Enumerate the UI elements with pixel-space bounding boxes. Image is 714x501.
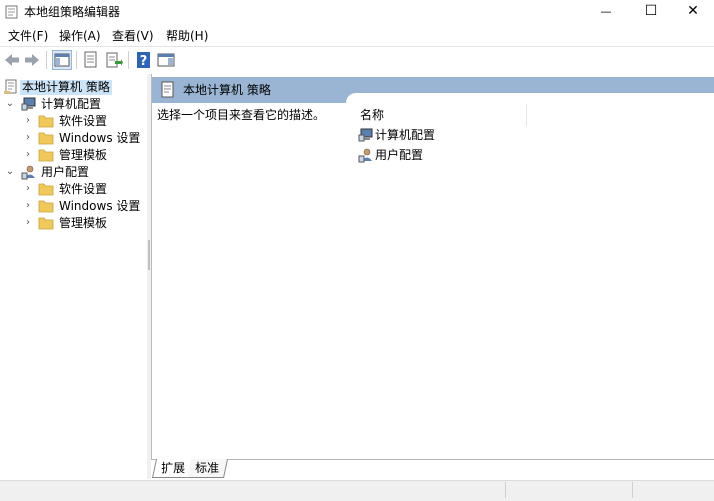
user-icon bbox=[21, 164, 37, 180]
policy-document-icon bbox=[160, 81, 176, 99]
chevron-down-icon[interactable]: ⌄ bbox=[5, 165, 15, 179]
status-divider bbox=[632, 482, 633, 498]
tree-item-computer-software-settings[interactable]: › 软件设置 bbox=[0, 113, 147, 130]
show-hide-console-tree-icon[interactable] bbox=[52, 50, 72, 70]
properties-icon[interactable] bbox=[81, 50, 101, 70]
computer-icon bbox=[21, 96, 37, 112]
folder-icon bbox=[38, 113, 54, 129]
status-divider bbox=[505, 482, 506, 498]
chevron-right-icon[interactable]: › bbox=[23, 199, 33, 213]
minimize-icon: — bbox=[600, 5, 612, 18]
tree-item-computer-configuration[interactable]: ⌄ 计算机配置 bbox=[0, 96, 147, 113]
folder-icon bbox=[38, 147, 54, 163]
maximize-button[interactable]: ☐ bbox=[628, 0, 674, 24]
tree-item-label: 用户配置 bbox=[41, 165, 90, 179]
menu-file[interactable]: 文件(F) bbox=[8, 29, 48, 43]
folder-icon bbox=[38, 181, 54, 197]
tab-standard[interactable]: 标准 bbox=[186, 459, 229, 478]
chevron-right-icon[interactable]: › bbox=[23, 182, 33, 196]
chevron-right-icon[interactable]: › bbox=[23, 216, 33, 230]
policy-editor-app-icon bbox=[5, 5, 19, 19]
column-header-label: 名称 bbox=[360, 108, 385, 122]
tree-item-user-admin-templates[interactable]: › 管理模板 bbox=[0, 215, 147, 232]
view-tabs-bar bbox=[151, 459, 714, 480]
tree-item-user-windows-settings[interactable]: › Windows 设置 bbox=[0, 198, 147, 215]
description-text: 选择一个项目来查看它的描述。 bbox=[157, 108, 326, 122]
details-header-curve bbox=[346, 93, 714, 103]
tree-item-label: 本地计算机 策略 bbox=[20, 80, 112, 95]
help-icon[interactable]: ? bbox=[134, 50, 154, 70]
chevron-right-icon[interactable]: › bbox=[23, 131, 33, 145]
menu-bar: 文件(F) 操作(A) 查看(V) 帮助(H) bbox=[0, 26, 714, 46]
list-item-user-configuration[interactable]: 用户配置 bbox=[357, 147, 557, 165]
show-action-pane-icon[interactable] bbox=[156, 50, 176, 70]
tab-label: 标准 bbox=[195, 461, 220, 475]
computer-icon bbox=[358, 127, 374, 143]
minimize-button[interactable]: — bbox=[583, 0, 629, 24]
close-button[interactable]: ✕ bbox=[670, 0, 714, 24]
forward-arrow-icon[interactable] bbox=[22, 50, 42, 70]
details-header-title: 本地计算机 策略 bbox=[183, 83, 271, 97]
close-icon: ✕ bbox=[687, 3, 699, 19]
tree-item-label: Windows 设置 bbox=[59, 131, 141, 145]
menu-action[interactable]: 操作(A) bbox=[59, 29, 101, 43]
folder-icon bbox=[38, 215, 54, 231]
folder-icon bbox=[38, 130, 54, 146]
folder-icon bbox=[38, 198, 54, 214]
tree-item-label: Windows 设置 bbox=[59, 199, 141, 213]
export-list-icon[interactable] bbox=[104, 50, 124, 70]
status-bar bbox=[0, 480, 714, 501]
tree-item-user-software-settings[interactable]: › 软件设置 bbox=[0, 181, 147, 198]
chevron-right-icon[interactable]: › bbox=[23, 148, 33, 162]
tree-item-label: 软件设置 bbox=[59, 182, 108, 196]
list-item-computer-configuration[interactable]: 计算机配置 bbox=[357, 127, 557, 145]
tree-item-user-configuration[interactable]: ⌄ 用户配置 bbox=[0, 164, 147, 181]
toolbar: ? bbox=[0, 46, 714, 73]
back-arrow-icon[interactable] bbox=[2, 50, 22, 70]
tree-item-label: 计算机配置 bbox=[41, 97, 102, 111]
tree-item-computer-windows-settings[interactable]: › Windows 设置 bbox=[0, 130, 147, 147]
tree-item-computer-admin-templates[interactable]: › 管理模板 bbox=[0, 147, 147, 164]
maximize-icon: ☐ bbox=[644, 3, 658, 19]
list-item-label: 用户配置 bbox=[375, 148, 424, 162]
policy-document-icon bbox=[3, 79, 19, 95]
svg-text:?: ? bbox=[140, 54, 148, 69]
tree-item-label: 软件设置 bbox=[59, 114, 108, 128]
tree-item-label: 管理模板 bbox=[59, 148, 108, 162]
menu-view[interactable]: 查看(V) bbox=[112, 29, 154, 43]
list-item-label: 计算机配置 bbox=[375, 128, 436, 142]
user-icon bbox=[358, 147, 374, 163]
console-tree: 本地计算机 策略 ⌄ 计算机配置 › 软件设置 › Windows 设置 › 管… bbox=[0, 74, 148, 479]
menu-help[interactable]: 帮助(H) bbox=[166, 29, 208, 43]
tree-item-local-computer-policy[interactable]: 本地计算机 策略 bbox=[0, 79, 147, 96]
window-title: 本地组策略编辑器 bbox=[24, 5, 121, 19]
tree-item-label: 管理模板 bbox=[59, 216, 108, 230]
chevron-right-icon[interactable]: › bbox=[23, 114, 33, 128]
splitter-grip bbox=[148, 240, 150, 270]
tab-label: 扩展 bbox=[161, 461, 186, 475]
chevron-down-icon[interactable]: ⌄ bbox=[5, 97, 15, 111]
